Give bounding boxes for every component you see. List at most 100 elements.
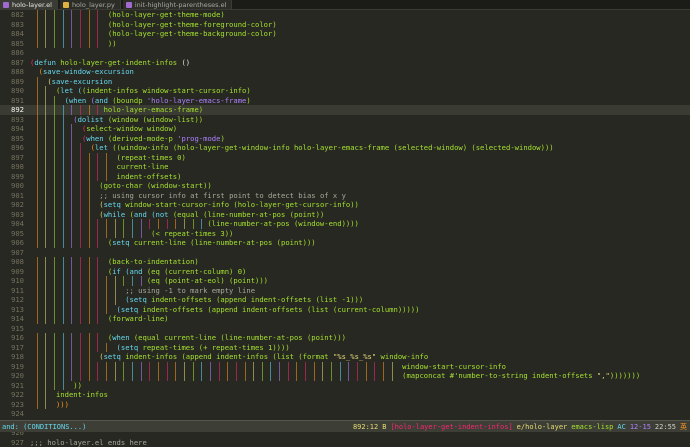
code-line[interactable]: 904 (line-number-at-pos (window-end)))) [0, 219, 690, 229]
code-line[interactable]: 882 (holo-layer-get-theme-mode) [0, 10, 690, 20]
code-text: (select-window window) [30, 124, 177, 134]
code-line[interactable]: 888 (save-window-excursion [0, 67, 690, 77]
code-text: (holo-layer-get-theme-foreground-color) [30, 20, 277, 30]
line-number: 898 [0, 162, 24, 172]
code-text: (if (and (eq (current-column) 0) [30, 267, 246, 277]
code-token: (forward-line) [108, 314, 169, 323]
code-line[interactable]: 898 current-line [0, 162, 690, 172]
code-line[interactable]: 887(defun holo-layer-get-indent-infos () [0, 58, 690, 68]
code-line[interactable]: 919 window-start-cursor-info [0, 362, 690, 372]
code-token: () [177, 58, 190, 67]
code-token: while [104, 210, 130, 219]
code-line[interactable]: 892 holo-layer-emacs-frame) [0, 105, 690, 115]
code-token: let [95, 143, 112, 152]
buffer-flag: B [382, 423, 386, 431]
code-line[interactable]: 889 (save-excursion [0, 77, 690, 87]
code-token [30, 362, 402, 371]
code-line[interactable]: 914 (forward-line) [0, 314, 690, 324]
code-line[interactable]: 917 (setq repeat-times (+ repeat-times 1… [0, 343, 690, 353]
code-text: (mapconcat #'number-to-string indent-off… [30, 371, 640, 381]
buffer-name[interactable]: e/holo-layer [517, 423, 568, 431]
code-token: "%s_%s_%s" [333, 352, 376, 361]
code-line[interactable]: 891 (when (and (boundp 'holo-layer-emacs… [0, 96, 690, 106]
elisp-file-icon [3, 2, 9, 8]
line-number: 900 [0, 181, 24, 191]
code-token: holo-layer-get-indent-infos [60, 58, 177, 67]
code-line[interactable]: 923 ))) [0, 400, 690, 410]
cursor-position: 892:12 [353, 423, 378, 431]
code-line[interactable]: 924 [0, 409, 690, 419]
code-token: )) [73, 381, 82, 390]
code-line[interactable]: 883 (holo-layer-get-theme-foreground-col… [0, 20, 690, 30]
code-line[interactable]: 910 (eq (point-at-eol) (point))) [0, 276, 690, 286]
code-line[interactable]: 911 ;; using -1 to mark empty line [0, 286, 690, 296]
code-token [30, 210, 99, 219]
code-token [30, 191, 99, 200]
code-token: dolist [78, 115, 108, 124]
line-number: 904 [0, 219, 24, 229]
code-token [30, 172, 117, 181]
code-line[interactable]: 912 (setq indent-offsets (append indent-… [0, 295, 690, 305]
code-token: setq [121, 305, 143, 314]
code-text: indent-infos [30, 390, 108, 400]
line-number: 902 [0, 200, 24, 210]
code-text: (defun holo-layer-get-indent-infos () [30, 58, 190, 68]
line-number: 919 [0, 362, 24, 372]
code-line[interactable]: 894 (select-window window) [0, 124, 690, 134]
tab-1[interactable]: holo_layer.py [60, 0, 121, 9]
code-line[interactable]: 918 (setq indent-infos (append indent-in… [0, 352, 690, 362]
code-line[interactable]: 921 )) [0, 381, 690, 391]
code-token: indent-infos [56, 390, 108, 399]
code-token [30, 200, 99, 209]
code-line[interactable]: 897 (repeat-times 0) [0, 153, 690, 163]
code-line[interactable]: 893 (dolist (window (window-list)) [0, 115, 690, 125]
code-line[interactable]: 896 (let ((window-info (holo-layer-get-w… [0, 143, 690, 153]
code-token [30, 295, 125, 304]
code-token [30, 276, 147, 285]
code-line[interactable]: 916 (when (equal current-line (line-numb… [0, 333, 690, 343]
code-line[interactable]: 890 (let ((indent-infos window-start-cur… [0, 86, 690, 96]
code-line[interactable]: 922 indent-infos [0, 390, 690, 400]
line-number: 924 [0, 409, 24, 419]
code-line[interactable]: 900 (goto-char (window-start)) [0, 181, 690, 191]
code-line[interactable]: 901 ;; using cursor info at first point … [0, 191, 690, 201]
major-mode[interactable]: emacs-lisp [571, 423, 613, 431]
tab-bar: holo-layer.elholo_layer.py init-highlight… [0, 0, 690, 10]
code-line[interactable]: 905 (< repeat-times 3)) [0, 229, 690, 239]
code-line[interactable]: 886 [0, 48, 690, 58]
code-line[interactable]: 909 (if (and (eq (current-column) 0) [0, 267, 690, 277]
line-number: 889 [0, 77, 24, 87]
tab-2[interactable]: init-highlight-parentheses.el [123, 0, 233, 9]
tab-label: init-highlight-parentheses.el [135, 1, 227, 9]
code-token: (equal current-line (line-number-at-pos … [134, 333, 346, 342]
code-token: ) [246, 96, 250, 105]
code-token: (holo-layer-get-theme-mode) [108, 10, 225, 19]
code-line[interactable]: 885 )) [0, 39, 690, 49]
line-number: 893 [0, 115, 24, 125]
code-token: (back-to-indentation) [108, 257, 199, 266]
code-token: 'prog-mode [177, 134, 220, 143]
line-number: 899 [0, 172, 24, 182]
code-text: ;; using cursor info at first point to d… [30, 191, 346, 201]
code-line[interactable]: 920 (mapconcat #'number-to-string indent… [0, 371, 690, 381]
code-line[interactable]: 884 (holo-layer-get-theme-background-col… [0, 29, 690, 39]
tab-0[interactable]: holo-layer.el [0, 0, 58, 9]
code-line[interactable]: 906 (setq current-line (line-number-at-p… [0, 238, 690, 248]
code-token [30, 305, 117, 314]
code-line[interactable]: 907 [0, 248, 690, 258]
code-editor[interactable]: 882 (holo-layer-get-theme-mode)883 (holo… [0, 10, 690, 420]
code-token [30, 371, 402, 380]
code-line[interactable]: 903 (while (and (not (equal (line-number… [0, 210, 690, 220]
code-line[interactable]: 908 (back-to-indentation) [0, 257, 690, 267]
code-token: defun [34, 58, 60, 67]
code-line[interactable]: 899 indent-offsets) [0, 172, 690, 182]
code-token [30, 105, 104, 114]
code-line[interactable]: 895 (when (derived-mode-p 'prog-mode) [0, 134, 690, 144]
code-line[interactable]: 913 (setq indent-offsets (append indent-… [0, 305, 690, 315]
code-line[interactable]: 927;;; holo-layer.el ends here [0, 438, 690, 447]
code-line[interactable]: 915 [0, 324, 690, 334]
code-line[interactable]: 902 (setq window-start-cursor-info (holo… [0, 200, 690, 210]
code-token: )) [108, 39, 117, 48]
code-token: ;;; holo-layer.el ends here [30, 438, 147, 447]
line-number: 922 [0, 390, 24, 400]
